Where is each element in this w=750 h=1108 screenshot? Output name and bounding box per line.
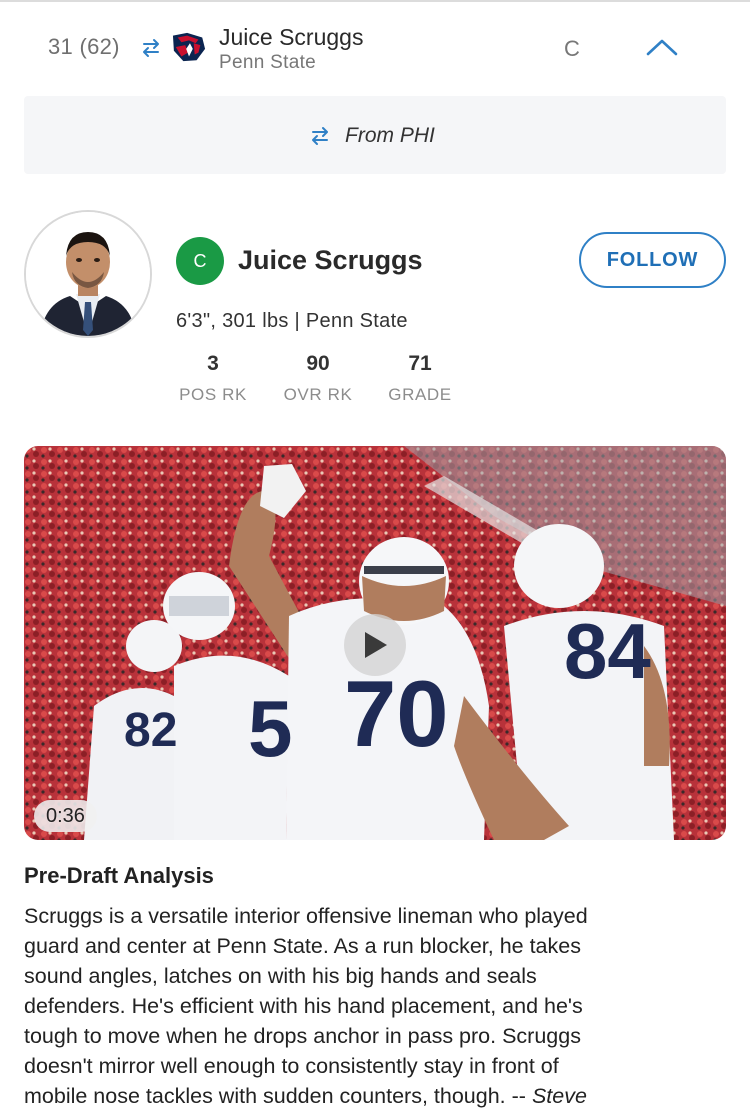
swap-arrows-icon — [143, 39, 159, 57]
stat-grade: 71 GRADE — [384, 352, 456, 405]
pick-header-row[interactable]: 31 (62) Juice Scruggs Penn State C — [0, 2, 750, 94]
jersey-number-5: 5 — [248, 684, 293, 773]
play-button[interactable] — [344, 614, 406, 676]
player-headshot-image — [26, 212, 150, 336]
stat-value: 3 — [207, 352, 219, 375]
analysis-line: mobile nose tackles with sudden counters… — [24, 1084, 526, 1108]
analysis-line-last: mobile nose tackles with sudden counters… — [24, 1081, 728, 1108]
stat-label: POS RK — [179, 385, 247, 404]
trade-from-text: From PHI — [345, 124, 435, 147]
position-badge: C — [176, 237, 224, 285]
jersey-number-84: 84 — [564, 607, 651, 695]
player-avatar — [24, 210, 152, 338]
header-position: C — [564, 36, 580, 61]
jersey-number-70: 70 — [344, 661, 449, 766]
player-bio: 6'3", 301 lbs | Penn State — [176, 310, 408, 332]
pick-number: 31 (62) — [48, 34, 120, 59]
stat-value: 90 — [306, 352, 330, 375]
analysis-author: Steve — [531, 1084, 587, 1108]
stat-position-rank: 3 POS RK — [176, 352, 250, 405]
play-icon — [365, 632, 387, 658]
analysis-line: doesn't mirror well enough to consistent… — [24, 1054, 559, 1078]
stat-label: OVR RK — [283, 385, 353, 404]
stat-overall-rank: 90 OVR RK — [279, 352, 357, 405]
video-player[interactable]: 82 5 70 84 0:36 — [24, 446, 726, 840]
texans-logo-icon — [172, 32, 206, 62]
chevron-up-icon[interactable] — [642, 32, 682, 62]
analysis-line: defenders. He's efficient with his hand … — [24, 994, 583, 1018]
stat-value: 71 — [408, 352, 432, 375]
stat-label: GRADE — [388, 385, 452, 404]
trade-from-banner: From PHI — [24, 96, 726, 174]
swap-arrows-icon — [312, 127, 328, 145]
analysis-line: guard and center at Penn State. As a run… — [24, 934, 581, 958]
header-player-name: Juice Scruggs — [219, 24, 364, 50]
jersey-number-82: 82 — [124, 704, 177, 757]
analysis-line: sound angles, latches on with his big ha… — [24, 964, 537, 988]
analysis-text: Scruggs is a versatile interior offensiv… — [24, 901, 728, 1108]
analysis-title: Pre-Draft Analysis — [24, 863, 214, 888]
analysis-line: tough to move when he drops anchor in pa… — [24, 1024, 581, 1048]
header-school: Penn State — [219, 52, 317, 73]
player-name: Juice Scruggs — [238, 245, 423, 275]
follow-button[interactable]: FOLLOW — [579, 232, 726, 288]
analysis-line: Scruggs is a versatile interior offensiv… — [24, 904, 588, 928]
video-duration: 0:36 — [34, 800, 97, 832]
